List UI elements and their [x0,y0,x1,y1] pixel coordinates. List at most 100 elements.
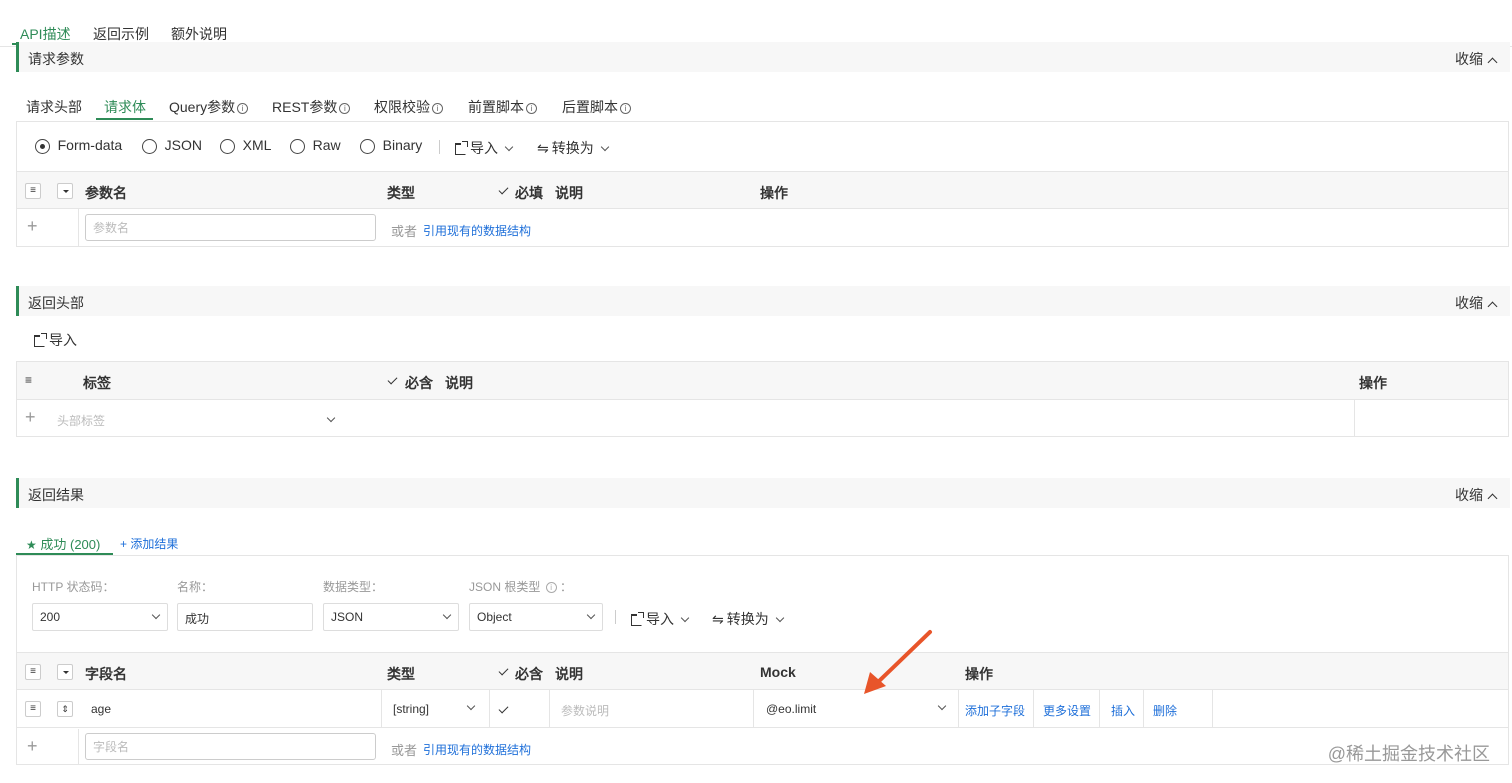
required-all-checkbox[interactable] [498,183,509,198]
status-code-select[interactable]: 200 [32,603,168,631]
column-divider [753,690,754,728]
required-checkbox[interactable] [498,702,509,717]
section-title: 返回结果 [28,487,84,503]
menu-icon[interactable]: ≡ [25,183,41,199]
name-label: 名称： [177,580,214,594]
chevron-down-icon [600,142,609,152]
reference-structure-link[interactable]: 引用现有的数据结构 [423,222,531,239]
status-code-label: HTTP 状态码： [32,580,115,594]
header-param-name: 参数名 [85,185,127,201]
collapse-button[interactable]: 收缩 [1455,485,1498,505]
convert-button[interactable]: ⇋ 转换为 [537,138,609,158]
drag-handle-icon[interactable]: ≡ [25,701,41,717]
column-divider [78,209,79,247]
header-operation: 操作 [965,666,993,682]
tab-api-description[interactable]: API描述 [20,24,71,44]
mock-select[interactable]: @eo.limit [766,702,816,716]
result-panel: HTTP 状态码： 名称： 数据类型： JSON 根类型 i ： 200 成功 … [16,555,1509,765]
chevron-up-icon [1487,57,1498,68]
sort-icon[interactable]: ⇕ [57,701,73,717]
convert-icon: ⇋ [537,140,549,156]
result-name-input[interactable]: 成功 [177,603,313,631]
column-divider [549,690,550,728]
datatype-label: 数据类型： [323,580,384,594]
chevron-down-icon [775,613,784,623]
header-label-select[interactable]: 头部标签 [57,412,105,429]
header-operation: 操作 [1359,375,1387,391]
column-divider [1354,400,1355,436]
subtab-request-headers[interactable]: 请求头部 [26,97,82,117]
datatype-select[interactable]: JSON [323,603,459,631]
chevron-down-icon[interactable] [937,701,947,711]
radio-icon [290,139,305,155]
table-row: ≡ ⇕ age [string] 参数说明 @eo.limit 添加子字段 更多… [17,690,1508,728]
add-row-icon[interactable]: + [27,736,38,757]
chevron-down-icon[interactable] [326,413,336,423]
response-headers-table: ≡ 标签 必含 说明 操作 + 头部标签 [16,361,1509,437]
subtab-rest-params[interactable]: REST参数 i [272,97,351,117]
required-all-checkbox[interactable] [498,664,509,679]
subtab-auth-check[interactable]: 权限校验 i [374,97,443,117]
required-all-checkbox[interactable] [387,373,398,388]
add-child-field-link[interactable]: 添加子字段 [965,702,1025,719]
radio-json[interactable]: JSON [142,137,202,155]
radio-binary[interactable]: Binary [360,137,422,155]
add-row-icon[interactable]: + [27,216,38,237]
root-type-label: JSON 根类型 i ： [469,580,573,594]
header-description: 说明 [555,185,583,201]
expand-dropdown-icon[interactable] [57,183,73,199]
column-divider [381,690,382,728]
add-row-icon[interactable]: + [25,407,36,428]
radio-xml[interactable]: XML [220,137,271,155]
column-divider [1143,690,1144,728]
root-type-select[interactable]: Object [469,603,603,631]
import-button[interactable]: 导入 [454,138,514,158]
subtab-query-params[interactable]: Query参数 i [169,97,249,117]
section-response-result: 返回结果 收缩 [16,478,1510,508]
menu-icon[interactable]: ≡ [25,373,32,387]
section-title: 请求参数 [28,51,84,67]
result-table-header: ≡ 字段名 类型 必含 说明 Mock 操作 [17,652,1508,690]
result-tab-success[interactable]: ★ 成功 (200) [26,534,100,553]
subtab-pre-script[interactable]: 前置脚本 i [468,97,537,117]
header-required: 必含 [515,666,543,682]
section-request-params: 请求参数 收缩 [16,42,1510,72]
reference-structure-link[interactable]: 引用现有的数据结构 [423,741,531,758]
subtab-request-body[interactable]: 请求体 [104,97,146,117]
delete-link[interactable]: 删除 [1153,702,1177,719]
insert-link[interactable]: 插入 [1111,702,1135,719]
section-response-headers: 返回头部 收缩 [16,286,1510,316]
header-required: 必含 [405,375,433,391]
column-divider [958,690,959,728]
tab-response-example[interactable]: 返回示例 [93,24,149,44]
import-icon [454,140,468,155]
field-name-input[interactable] [85,733,376,760]
add-result-link[interactable]: + 添加结果 [120,535,178,552]
tab-extra-notes[interactable]: 额外说明 [171,24,227,44]
radio-icon [220,139,235,155]
import-button[interactable]: 导入 [630,609,690,629]
field-name-cell[interactable]: age [91,702,111,716]
chevron-down-icon [151,610,161,620]
expand-dropdown-icon[interactable] [57,664,73,680]
chevron-up-icon [1487,493,1498,504]
field-description-input[interactable]: 参数说明 [561,702,609,719]
radio-raw[interactable]: Raw [290,137,341,155]
header-type: 类型 [387,666,415,682]
param-name-input[interactable] [85,214,376,241]
radio-form-data[interactable]: Form-data [35,137,122,155]
chevron-down-icon [586,610,596,620]
menu-icon[interactable]: ≡ [25,664,41,680]
convert-button[interactable]: ⇋ 转换为 [712,609,784,629]
chevron-down-icon[interactable] [466,701,476,711]
column-divider [489,690,490,728]
column-divider [78,729,79,765]
field-type-select[interactable]: [string] [393,702,429,716]
collapse-button[interactable]: 收缩 [1455,293,1498,313]
chevron-down-icon [680,613,690,623]
subtab-post-script[interactable]: 后置脚本 i [562,97,631,117]
more-settings-link[interactable]: 更多设置 [1043,702,1091,719]
resp-header-import-button[interactable]: 导入 [33,330,77,350]
collapse-button[interactable]: 收缩 [1455,49,1498,69]
column-divider [1033,690,1034,728]
